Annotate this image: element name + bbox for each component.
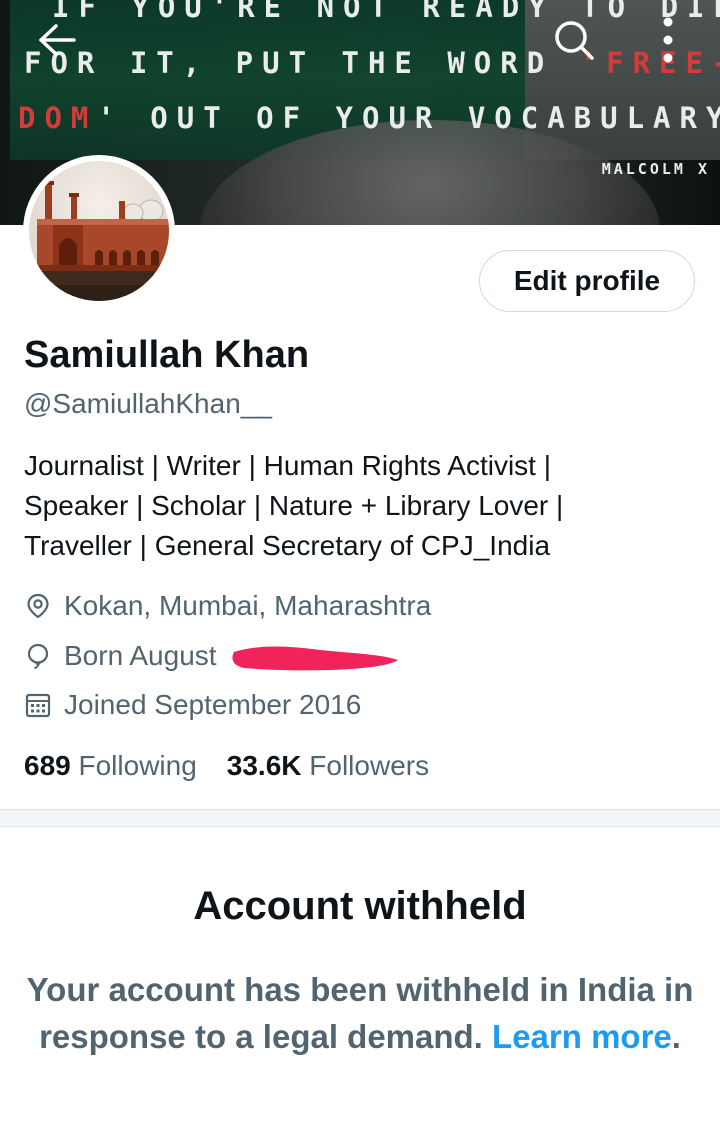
banner-quote-line-1: IF YOU'RE NOT READY TO DIE [52, 0, 720, 24]
location-pin-icon [24, 592, 52, 620]
location-text: Kokan, Mumbai, Maharashtra [64, 590, 432, 621]
birthday-text: Born August [64, 640, 217, 671]
followers-label: Followers [309, 750, 430, 781]
redaction-mark [230, 642, 402, 674]
profile-location: Kokan, Mumbai, Maharashtra [24, 588, 431, 624]
bio-line: Traveller | General Secretary of CPJ_Ind… [24, 530, 551, 561]
banner-quote-line-3-b: ' OUT OF YOUR VOCABULARY. [97, 101, 720, 135]
user-handle: @SamiullahKhan__ [24, 388, 272, 419]
section-separator [0, 810, 720, 827]
following-link[interactable]: 689 Following [24, 750, 197, 782]
withheld-message: Your account has been withheld in India … [20, 966, 700, 1060]
banner-quote-line-2: FOR IT, PUT THE WORD 'FREE- [24, 46, 720, 80]
following-count: 689 [24, 750, 71, 781]
joined-text: Joined September 2016 [64, 689, 362, 720]
display-name: Samiullah Khan [24, 334, 310, 376]
banner-attribution: MALCOLM X [601, 160, 710, 178]
more-vertical-icon[interactable] [660, 14, 676, 66]
bio-line: Journalist | Writer | Human Rights Activ… [24, 450, 552, 481]
withheld-period: . [671, 1018, 681, 1055]
learn-more-link[interactable]: Learn more [492, 1018, 672, 1055]
followers-link[interactable]: 33.6K Followers [227, 750, 429, 782]
search-icon[interactable] [552, 18, 596, 62]
withheld-title: Account withheld [193, 884, 527, 928]
profile-joined: Joined September 2016 [24, 687, 361, 723]
banner-quote-line-3-a: DOM [18, 101, 98, 135]
arrow-left-icon[interactable] [36, 22, 78, 58]
edit-profile-button[interactable]: Edit profile [479, 250, 695, 312]
banner-quote-line-3: DOM' OUT OF YOUR VOCABULARY. [18, 101, 720, 135]
following-label: Following [78, 750, 197, 781]
balloon-icon [24, 642, 52, 670]
banner-quote-line-2-b: 'FREE- [579, 46, 720, 80]
calendar-icon [24, 691, 52, 719]
banner-quote-line-2-a: FOR IT, PUT THE WORD [24, 46, 580, 80]
avatar[interactable] [23, 155, 175, 307]
follow-stats: 689 Following 33.6K Followers [24, 750, 429, 782]
profile-bio: Journalist | Writer | Human Rights Activ… [24, 446, 704, 566]
followers-count: 33.6K [226, 750, 302, 781]
profile-birthday: Born August [24, 638, 217, 674]
bio-line: Speaker | Scholar | Nature + Library Lov… [24, 490, 564, 521]
